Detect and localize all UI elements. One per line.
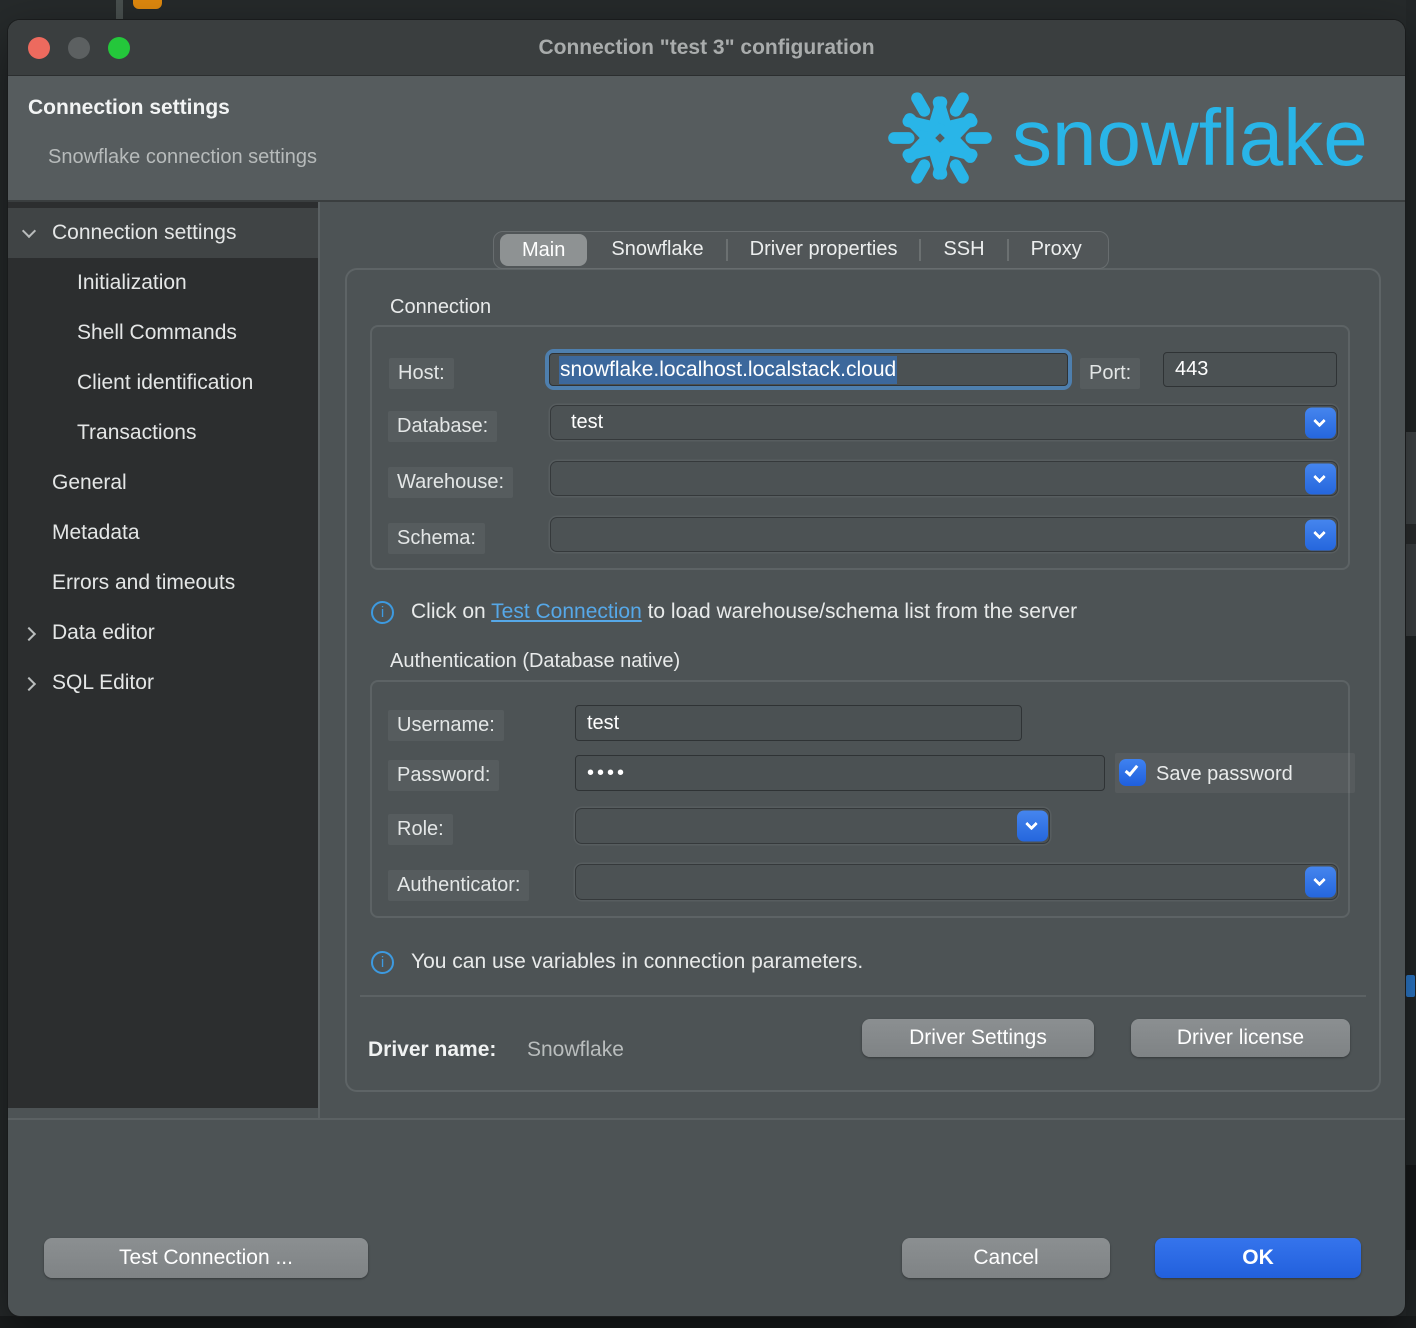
chevron-down-icon — [1025, 818, 1038, 831]
snowflake-brand: snowflake — [884, 82, 1368, 194]
port-label: Port: — [1080, 358, 1140, 389]
settings-sidebar: Connection settings Initialization Shell… — [8, 202, 318, 1108]
tab-driver-properties[interactable]: Driver properties — [728, 231, 920, 269]
sidebar-item-sql-editor[interactable]: SQL Editor — [8, 658, 318, 708]
info-icon: i — [371, 951, 394, 974]
sidebar-item-errors-and-timeouts[interactable]: Errors and timeouts — [8, 558, 318, 608]
test-connection-button[interactable]: Test Connection ... — [44, 1238, 368, 1278]
host-value: snowflake.localhost.localstack.cloud — [559, 356, 897, 384]
snowflake-wordmark: snowflake — [1012, 92, 1368, 184]
chevron-down-icon — [1313, 874, 1326, 887]
tab-snowflake[interactable]: Snowflake — [589, 231, 725, 269]
driver-separator — [360, 995, 1366, 997]
warehouse-label: Warehouse: — [388, 467, 513, 498]
driver-license-button[interactable]: Driver license — [1131, 1019, 1350, 1057]
test-connection-hint: i Click on Test Connection to load wareh… — [371, 600, 1077, 624]
sidebar-item-data-editor[interactable]: Data editor — [8, 608, 318, 658]
variables-hint: i You can use variables in connection pa… — [371, 950, 863, 974]
driver-name-label: Driver name: — [368, 1038, 496, 1062]
snowflake-logo-icon — [884, 82, 996, 194]
warehouse-combo[interactable] — [550, 461, 1338, 496]
info-icon: i — [371, 601, 394, 624]
database-combo[interactable]: test — [550, 405, 1338, 440]
hint-prefix: Click on — [411, 600, 491, 623]
footer-divider — [8, 1118, 1405, 1120]
sidebar-item-metadata[interactable]: Metadata — [8, 508, 318, 558]
port-input[interactable]: 443 — [1163, 352, 1337, 387]
hint-suffix: to load warehouse/schema list from the s… — [642, 600, 1077, 623]
cancel-button[interactable]: Cancel — [902, 1238, 1110, 1278]
connection-group-label: Connection — [390, 296, 491, 319]
dialog-header: Connection settings Snowflake connection… — [8, 76, 1405, 202]
title-bar[interactable]: Connection "test 3" configuration — [8, 20, 1405, 76]
password-label: Password: — [388, 760, 499, 791]
username-input[interactable]: test — [575, 705, 1022, 741]
tab-ssh[interactable]: SSH — [921, 231, 1006, 269]
warehouse-dropdown-button[interactable] — [1305, 463, 1336, 494]
tab-bar: Main Snowflake Driver properties SSH Pro… — [493, 231, 1109, 269]
host-label: Host: — [389, 358, 454, 389]
chevron-down-icon — [1313, 526, 1326, 539]
chevron-down-icon — [1313, 470, 1326, 483]
tab-main[interactable]: Main — [500, 234, 587, 266]
auth-group-label: Authentication (Database native) — [390, 650, 680, 673]
background-divider — [116, 0, 123, 22]
sidebar-item-connection-settings[interactable]: Connection settings — [8, 208, 318, 258]
window-title: Connection "test 3" configuration — [8, 20, 1405, 76]
variables-hint-text: You can use variables in connection para… — [411, 950, 863, 974]
save-password-label[interactable]: Save password — [1156, 763, 1293, 786]
database-value: test — [571, 406, 603, 439]
host-input[interactable]: snowflake.localhost.localstack.cloud — [545, 349, 1072, 390]
checkmark-icon — [1125, 762, 1139, 776]
authenticator-combo[interactable] — [575, 864, 1338, 900]
background-glyph — [1406, 975, 1415, 997]
role-combo[interactable] — [575, 808, 1050, 844]
database-label: Database: — [388, 411, 497, 442]
authenticator-label: Authenticator: — [388, 870, 529, 901]
sidebar-divider — [318, 202, 320, 1118]
page-title: Connection settings — [28, 96, 230, 120]
page-subtitle: Snowflake connection settings — [48, 146, 317, 169]
username-label: Username: — [388, 710, 504, 741]
schema-combo[interactable] — [550, 517, 1338, 552]
driver-name-value: Snowflake — [527, 1038, 624, 1062]
screen: Connection "test 3" configuration Connec… — [0, 0, 1416, 1328]
role-dropdown-button[interactable] — [1017, 811, 1048, 842]
background-right-strip — [1406, 0, 1416, 1328]
ok-button[interactable]: OK — [1155, 1238, 1361, 1278]
schema-dropdown-button[interactable] — [1305, 519, 1336, 550]
test-connection-link[interactable]: Test Connection — [491, 600, 642, 623]
sidebar-item-transactions[interactable]: Transactions — [8, 408, 318, 458]
sidebar-item-client-identification[interactable]: Client identification — [8, 358, 318, 408]
sidebar-item-shell-commands[interactable]: Shell Commands — [8, 308, 318, 358]
role-label: Role: — [388, 814, 453, 845]
chevron-down-icon — [1313, 414, 1326, 427]
driver-settings-button[interactable]: Driver Settings — [862, 1019, 1094, 1057]
background-bottom-strip — [0, 1316, 1416, 1328]
connection-configuration-dialog: Connection "test 3" configuration Connec… — [8, 20, 1405, 1316]
save-password-checkbox[interactable] — [1119, 759, 1146, 786]
tab-proxy[interactable]: Proxy — [1009, 231, 1104, 269]
sidebar-item-initialization[interactable]: Initialization — [8, 258, 318, 308]
database-dropdown-button[interactable] — [1305, 407, 1336, 438]
schema-label: Schema: — [388, 523, 485, 554]
authenticator-dropdown-button[interactable] — [1305, 867, 1336, 898]
password-input[interactable]: •••• — [575, 755, 1105, 791]
background-app-icon — [133, 0, 162, 9]
sidebar-item-general[interactable]: General — [8, 458, 318, 508]
